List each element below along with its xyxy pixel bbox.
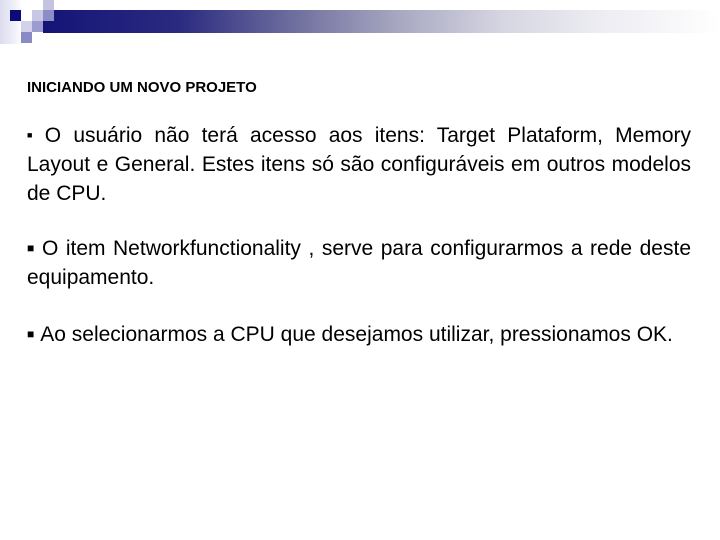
bullet-item: ■ Ao selecionarmos a CPU que desejamos ut… — [27, 320, 691, 349]
decoration-square — [21, 21, 32, 32]
decoration-square — [32, 10, 43, 21]
bullet-text: Ao selecionarmos a CPU que desejamos uti… — [40, 323, 673, 346]
decoration-square-dark — [10, 10, 21, 21]
header-gradient-band — [43, 10, 720, 33]
decoration-square — [21, 32, 32, 43]
bullet-text: O item Networkfunctionality , serve para… — [27, 237, 691, 289]
decoration-square — [43, 10, 54, 21]
square-bullet-icon: ■ — [27, 130, 39, 140]
decoration-square — [32, 21, 43, 32]
square-bullet-icon: ■ — [27, 241, 36, 255]
bullet-item: ■ O usuário não terá acesso aos itens: Ta… — [27, 121, 691, 208]
slide-title: INICIANDO UM NOVO PROJETO — [27, 79, 257, 96]
square-bullet-icon: ■ — [27, 327, 35, 341]
decoration-fade-column — [0, 0, 22, 44]
bullet-text: O usuário não terá acesso aos itens: Tar… — [27, 124, 692, 205]
bullet-item: ■ O item Networkfunctionality , serve par… — [27, 234, 691, 292]
header-decoration — [0, 0, 720, 48]
